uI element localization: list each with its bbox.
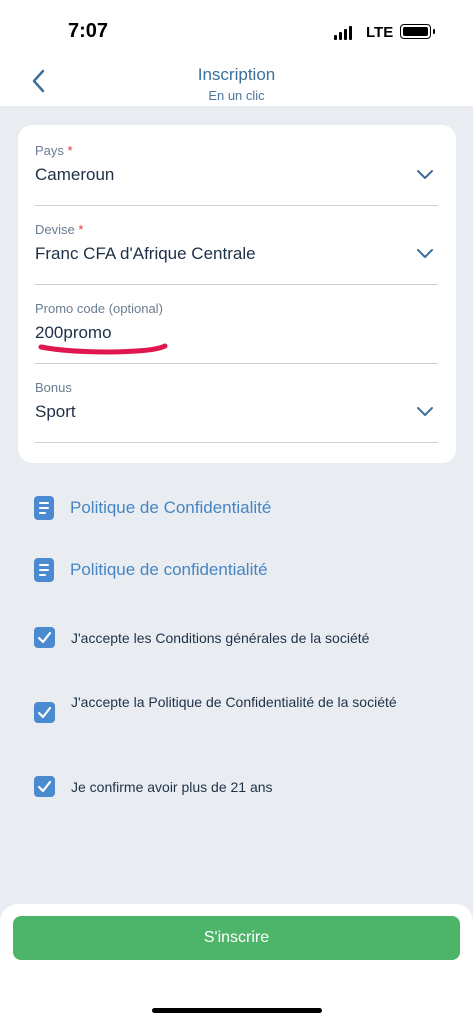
document-icon [34,496,54,520]
home-indicator [152,1008,322,1013]
registration-form-card: Pays * Cameroun Devise * Franc CFA d'Afr… [18,125,456,463]
checkmark-icon [37,780,52,793]
age-confirm-checkbox[interactable] [34,776,55,797]
register-button[interactable]: S'inscrire [13,916,460,960]
currency-select[interactable]: Devise * Franc CFA d'Afrique Centrale [35,222,438,285]
currency-value: Franc CFA d'Afrique Centrale [35,244,256,263]
status-time: 7:07 [68,20,109,42]
chevron-down-icon [417,407,433,416]
privacy-checkbox-label: J'accepte la Politique de Confidentialit… [71,694,397,710]
bonus-value: Sport [35,402,76,421]
privacy-policy-link-2-label[interactable]: Politique de confidentialité [70,560,268,580]
page-subtitle: En un clic [208,88,265,103]
terms-checkbox-label: J'accepte les Conditions générales de la… [71,630,370,646]
required-mark: * [78,222,84,237]
bonus-label: Bonus [35,380,72,395]
signal-strength-icon [334,26,354,40]
privacy-checkbox[interactable] [34,702,55,723]
promo-code-label: Promo code (optional) [35,301,163,316]
age-confirm-label: Je confirme avoir plus de 21 ans [71,779,273,795]
status-bar: 7:07 LTE [0,0,473,60]
battery-icon [400,24,435,39]
required-mark: * [67,143,73,158]
country-label: Pays * [35,143,73,158]
privacy-policy-link-label[interactable]: Politique de Confidentialité [70,498,271,518]
country-select[interactable]: Pays * Cameroun [35,143,438,206]
chevron-down-icon [417,249,433,258]
nav-header: Inscription En un clic [0,60,473,106]
promo-code-value[interactable]: 200promo [35,323,112,343]
checkmark-icon [37,706,52,719]
network-type: LTE [366,24,394,41]
page-title: Inscription [197,65,276,84]
bonus-select[interactable]: Bonus Sport [35,380,438,443]
chevron-down-icon [417,170,433,179]
document-icon [34,558,54,582]
country-value: Cameroun [35,165,115,184]
checkmark-icon [37,631,52,644]
currency-label: Devise * [35,222,84,237]
red-highlight-stroke [38,343,168,355]
promo-code-field[interactable]: Promo code (optional) 200promo [35,301,438,364]
terms-checkbox[interactable] [34,627,55,648]
